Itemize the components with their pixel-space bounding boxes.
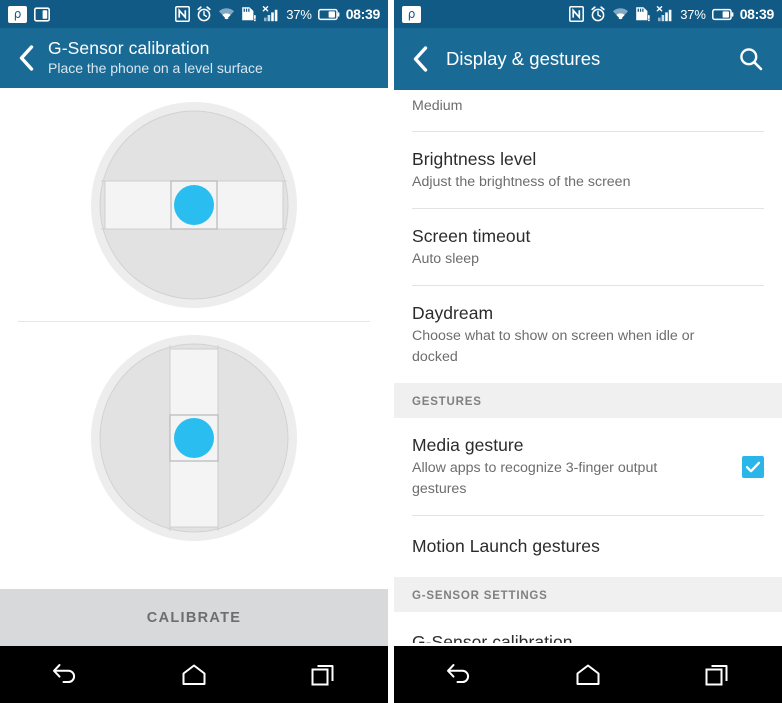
calibrate-button[interactable]: CALIBRATE bbox=[0, 589, 388, 646]
left-app-bar: G-Sensor calibration Place the phone on … bbox=[0, 28, 388, 88]
page-title: G-Sensor calibration bbox=[48, 38, 210, 58]
status-bar-left: ρ 37% 08:39 bbox=[0, 0, 388, 28]
calibrate-button-label: CALIBRATE bbox=[146, 609, 242, 626]
clock-label: 08:39 bbox=[739, 6, 775, 22]
sd-card-alert-icon bbox=[242, 7, 256, 22]
recent-apps-icon bbox=[705, 664, 728, 685]
media-gesture-row-subtitle: Allow apps to recognize 3-finger output … bbox=[412, 460, 658, 497]
recent-apps-icon bbox=[311, 664, 334, 685]
back-icon bbox=[446, 663, 469, 683]
battery-percent-label: 37% bbox=[680, 6, 706, 22]
wifi-icon bbox=[613, 8, 629, 20]
back-icon bbox=[52, 663, 75, 683]
home-icon bbox=[182, 664, 206, 685]
vertical-level-gauge bbox=[88, 332, 300, 544]
font-size-row[interactable]: Medium bbox=[394, 90, 782, 131]
g-sensor-calibration-row[interactable]: G-Sensor calibration bbox=[394, 612, 782, 643]
left-app-bar-texts: G-Sensor calibration Place the phone on … bbox=[48, 38, 263, 78]
font-size-row-subtitle: Medium bbox=[412, 98, 463, 114]
gestures-section-header-label: GESTURES bbox=[412, 396, 482, 408]
screen-timeout-row-subtitle: Auto sleep bbox=[412, 251, 480, 267]
page-title: Display & gestures bbox=[446, 48, 601, 69]
nav-bar-left bbox=[0, 646, 388, 703]
status-bar-right-right-icons: 37% 08:39 bbox=[569, 6, 774, 22]
nfc-icon bbox=[569, 6, 585, 22]
right-app-bar: Display & gestures bbox=[394, 28, 782, 90]
signal-bars-no-service-icon bbox=[262, 6, 278, 22]
gestures-section-header: GESTURES bbox=[394, 383, 782, 418]
screenshot-stage: ρ 37% 08:39 G-Sensor calibration Place t… bbox=[0, 0, 782, 703]
wifi-icon bbox=[219, 8, 235, 20]
back-chevron-icon[interactable] bbox=[10, 44, 44, 72]
home-icon bbox=[576, 664, 600, 685]
motion-launch-gestures-row-title: Motion Launch gestures bbox=[412, 536, 600, 556]
status-bar-left-icons: ρ bbox=[8, 5, 51, 23]
settings-list[interactable]: Medium Brightness level Adjust the brigh… bbox=[394, 90, 782, 643]
nav-home-button[interactable] bbox=[129, 646, 258, 703]
nav-recents-button[interactable] bbox=[653, 646, 782, 703]
nav-back-button[interactable] bbox=[394, 646, 523, 703]
nfc-icon bbox=[175, 6, 191, 22]
motion-launch-gestures-row[interactable]: Motion Launch gestures bbox=[394, 516, 782, 577]
p-badge-icon: ρ bbox=[402, 5, 421, 23]
nav-bar-right bbox=[394, 646, 782, 703]
media-gesture-row[interactable]: Media gesture Allow apps to recognize 3-… bbox=[394, 418, 782, 515]
g-sensor-calibration-row-title: G-Sensor calibration bbox=[412, 632, 573, 643]
horizontal-level-gauge-wrap bbox=[0, 88, 388, 321]
brightness-level-row-title: Brightness level bbox=[412, 149, 537, 169]
nav-recents-button[interactable] bbox=[259, 646, 388, 703]
nav-home-button[interactable] bbox=[523, 646, 652, 703]
clock-label: 08:39 bbox=[345, 6, 381, 22]
screen-timeout-row-title: Screen timeout bbox=[412, 226, 531, 246]
page-subtitle: Place the phone on a level surface bbox=[48, 60, 263, 76]
checkmark-icon bbox=[745, 461, 761, 473]
search-icon[interactable] bbox=[734, 42, 768, 76]
alarm-clock-icon bbox=[197, 6, 211, 22]
sd-card-alert-icon bbox=[636, 7, 650, 22]
horizontal-level-gauge bbox=[88, 99, 300, 311]
nav-back-button[interactable] bbox=[0, 646, 129, 703]
media-gesture-checkbox[interactable] bbox=[742, 456, 764, 478]
media-gesture-row-title: Media gesture bbox=[412, 435, 524, 455]
status-bar-right: ρ 37% 08:39 bbox=[394, 0, 782, 28]
vertical-level-gauge-wrap bbox=[0, 321, 388, 554]
daydream-row-subtitle: Choose what to show on screen when idle … bbox=[412, 328, 695, 365]
status-bar-right-left-icons: ρ bbox=[402, 5, 421, 23]
brightness-level-row-subtitle: Adjust the brightness of the screen bbox=[412, 174, 631, 190]
p-badge-icon: ρ bbox=[8, 5, 27, 23]
battery-icon bbox=[711, 8, 734, 20]
status-bar-right-icons: 37% 08:39 bbox=[175, 6, 380, 22]
right-phone-screen: ρ 37% 08:39 Display & gestures Medium Br… bbox=[394, 0, 782, 703]
battery-percent-label: 37% bbox=[286, 6, 312, 22]
calibration-body bbox=[0, 88, 388, 555]
signal-bars-no-service-icon bbox=[656, 6, 672, 22]
card-switch-icon bbox=[34, 6, 50, 22]
daydream-row-title: Daydream bbox=[412, 303, 494, 323]
battery-icon bbox=[317, 8, 340, 20]
left-phone-screen: ρ 37% 08:39 G-Sensor calibration Place t… bbox=[0, 0, 388, 703]
brightness-level-row[interactable]: Brightness level Adjust the brightness o… bbox=[394, 132, 782, 208]
back-chevron-icon[interactable] bbox=[404, 45, 438, 73]
g-sensor-settings-section-header: G-SENSOR SETTINGS bbox=[394, 577, 782, 612]
g-sensor-settings-section-header-label: G-SENSOR SETTINGS bbox=[412, 590, 548, 602]
alarm-clock-icon bbox=[591, 6, 605, 22]
daydream-row[interactable]: Daydream Choose what to show on screen w… bbox=[394, 286, 782, 383]
screen-timeout-row[interactable]: Screen timeout Auto sleep bbox=[394, 209, 782, 285]
